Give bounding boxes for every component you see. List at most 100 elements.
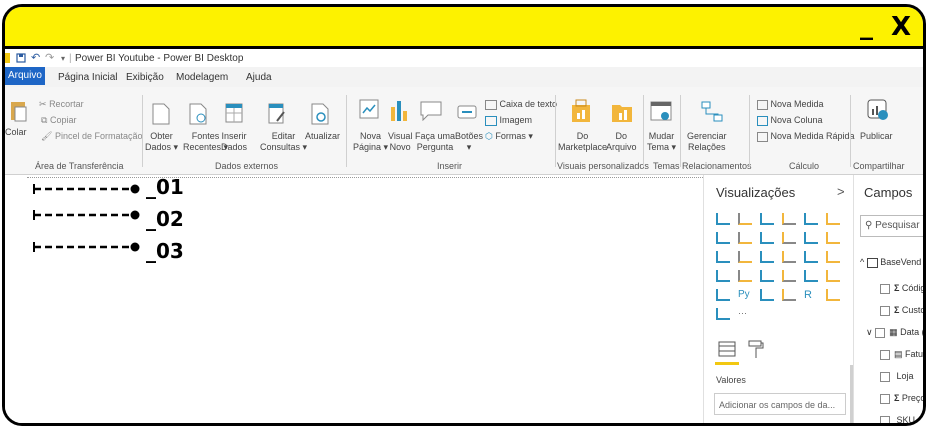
map-icon[interactable]: [826, 251, 840, 263]
area-chart-icon[interactable]: [738, 232, 752, 244]
publish-button[interactable]: Publicar: [860, 131, 893, 142]
table-visual-icon[interactable]: [760, 289, 774, 301]
buttons-button[interactable]: Botões ▾: [455, 131, 483, 153]
field-checkbox[interactable]: [875, 327, 886, 338]
textbox-button[interactable]: Caixa de texto: [485, 99, 557, 110]
save-icon[interactable]: [16, 53, 26, 66]
line-column-2-icon[interactable]: [804, 232, 818, 244]
funnel-icon[interactable]: [738, 270, 752, 282]
calendar-icon: ▦: [889, 327, 901, 337]
line-chart-icon[interactable]: [716, 232, 730, 244]
visual-gallery: Py R ···: [716, 213, 846, 328]
more-visuals-icon[interactable]: ···: [738, 308, 752, 320]
cut-button[interactable]: ✂ Recortar: [39, 99, 84, 110]
fields-well-icon[interactable]: [718, 340, 736, 363]
donut-icon[interactable]: [782, 251, 796, 263]
arcgis-icon[interactable]: [826, 289, 840, 301]
matrix-icon[interactable]: [782, 289, 796, 301]
slicer-icon[interactable]: [716, 289, 730, 301]
close-icon[interactable]: X: [891, 14, 911, 40]
marketplace-label-1: Do: [576, 131, 589, 141]
from-file-button[interactable]: Do Arquivo: [606, 131, 637, 153]
ask-question-button[interactable]: Faça uma Pergunta: [415, 131, 455, 153]
stacked-bar-icon[interactable]: [716, 213, 730, 225]
shapes-button[interactable]: ⬡ Formas ▾: [485, 131, 533, 142]
switch-theme-button[interactable]: Mudar Tema ▾: [647, 131, 676, 153]
refresh-button[interactable]: Atualizar: [305, 131, 340, 142]
globe-icon[interactable]: [716, 308, 730, 320]
ribbon-chart-icon[interactable]: [826, 232, 840, 244]
field-checkbox[interactable]: [880, 283, 890, 294]
new-measure-button[interactable]: Nova Medida: [757, 99, 824, 110]
treemap-icon[interactable]: [804, 251, 818, 263]
r-visual-icon[interactable]: R: [804, 289, 818, 301]
new-page-button[interactable]: Nova Página ▾: [353, 131, 388, 153]
python-visual-icon[interactable]: Py: [738, 289, 752, 301]
field-checkbox[interactable]: [880, 415, 890, 423]
visualizations-pane: Visualizações > Py R ··· Valores Adicionar…: [703, 175, 854, 423]
clustered-column-icon[interactable]: [782, 213, 796, 225]
scatter-icon[interactable]: [738, 251, 752, 263]
quick-access-dropdown-icon[interactable]: ▾: [61, 54, 65, 63]
field-item[interactable]: ▤ Fatura: [880, 349, 923, 360]
multirow-card-icon[interactable]: [804, 270, 818, 282]
filled-map-icon[interactable]: [716, 270, 730, 282]
field-checkbox[interactable]: [880, 305, 890, 316]
get-data-button[interactable]: Obter Dados ▾: [145, 131, 178, 153]
enter-data-button[interactable]: Inserir Dados: [221, 131, 247, 153]
kpi-icon[interactable]: [826, 270, 840, 282]
edit-queries-button[interactable]: Editar Consultas ▾: [260, 131, 307, 153]
field-checkbox[interactable]: [880, 371, 890, 382]
field-item[interactable]: ∨ ▦ Data (: [866, 327, 923, 338]
card-icon[interactable]: [782, 270, 796, 282]
field-item[interactable]: Σ Custo: [880, 305, 923, 316]
from-file-label-2: Arquivo: [606, 142, 637, 152]
bar-100-icon[interactable]: [804, 213, 818, 225]
expand-chevron-icon: ∨: [866, 327, 876, 337]
stacked-area-icon[interactable]: [760, 232, 774, 244]
copy-button[interactable]: ⧉ Copiar: [41, 115, 76, 126]
values-drop-zone[interactable]: Adicionar os campos de da...: [714, 393, 846, 415]
recent-label-1: Fontes: [191, 131, 220, 141]
format-painter-button[interactable]: 🖌 Pincel de Formatação: [41, 131, 143, 142]
collapse-pane-icon[interactable]: >: [837, 184, 845, 199]
field-item[interactable]: Σ Preço: [880, 393, 923, 404]
field-item[interactable]: Loja: [880, 371, 914, 382]
field-checkbox[interactable]: [880, 349, 890, 360]
new-visual-button[interactable]: Visual Novo: [388, 131, 412, 153]
field-item[interactable]: Σ Códig: [880, 283, 923, 294]
table-node[interactable]: ^ BaseVend: [860, 257, 921, 268]
edit-label-1: Editar: [271, 131, 296, 141]
paste-button[interactable]: Colar: [5, 127, 27, 138]
manage-relationships-button[interactable]: Gerenciar Relações: [687, 131, 727, 153]
redo-icon[interactable]: ↷: [45, 51, 54, 64]
new-column-button[interactable]: Nova Coluna: [757, 115, 823, 126]
tab-exibicao[interactable]: Exibição: [126, 72, 164, 83]
marketplace-button[interactable]: Do Marketplace: [558, 131, 607, 153]
buttons-label-1: Botões: [455, 131, 484, 141]
field-checkbox[interactable]: [880, 393, 890, 404]
expand-chevron-icon: ^: [860, 257, 865, 267]
stacked-column-icon[interactable]: [738, 213, 752, 225]
line-column-icon[interactable]: [782, 232, 796, 244]
gauge-icon[interactable]: [760, 270, 774, 282]
tab-ajuda[interactable]: Ajuda: [246, 72, 272, 83]
format-paint-roller-icon[interactable]: [748, 340, 764, 363]
quick-measure-button[interactable]: Nova Medida Rápida: [757, 131, 855, 142]
waterfall-icon[interactable]: [716, 251, 730, 263]
new-visual-label-1: Visual: [388, 131, 413, 141]
tab-pagina-inicial[interactable]: Página Inicial: [58, 72, 117, 83]
tab-modelagem[interactable]: Modelagem: [176, 72, 228, 83]
pie-icon[interactable]: [760, 251, 774, 263]
fields-search-input[interactable]: ⚲ Pesquisar: [860, 215, 923, 237]
column-100-icon[interactable]: [826, 213, 840, 225]
tab-arquivo[interactable]: Arquivo: [5, 67, 45, 85]
undo-icon[interactable]: ↶: [31, 51, 40, 64]
visualizations-title: Visualizações: [716, 185, 796, 200]
menu-tabs: Arquivo Página Inicial Exibição Modelage…: [5, 67, 923, 87]
clustered-bar-icon[interactable]: [760, 213, 774, 225]
table-name: BaseVend: [880, 257, 922, 267]
field-item[interactable]: SKU: [880, 415, 915, 423]
image-button[interactable]: Imagem: [485, 115, 532, 126]
minimize-icon[interactable]: _: [860, 13, 873, 39]
